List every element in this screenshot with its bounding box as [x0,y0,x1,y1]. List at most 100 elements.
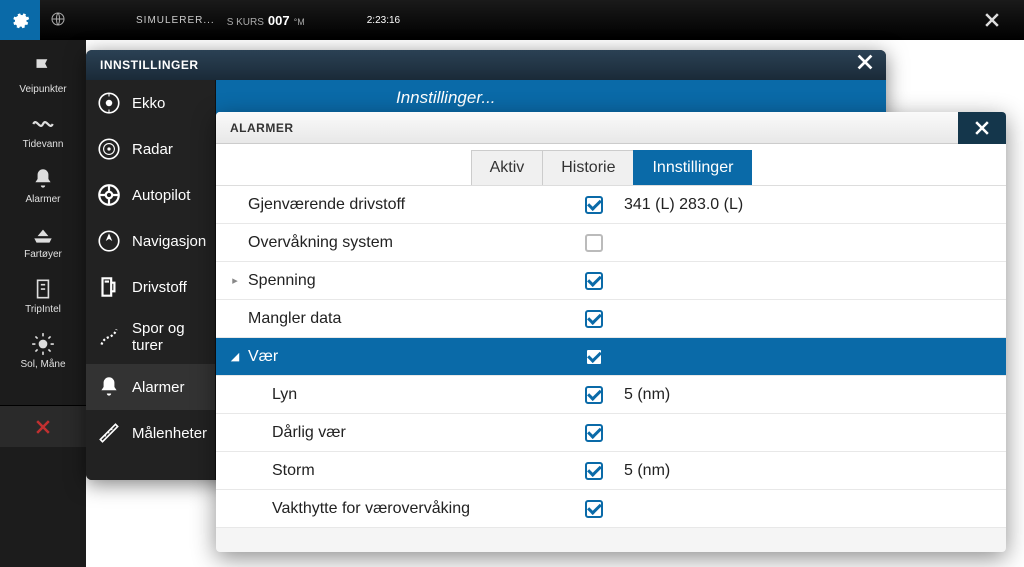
bell-icon [96,374,122,400]
globe-icon [40,11,76,30]
settings-sidebar-item-navigasjon[interactable]: Navigasjon [86,218,215,264]
alarms-tabs: Aktiv Historie Innstillinger [216,144,1006,186]
close-icon [854,51,876,73]
clock: 2:23:16 [367,15,400,26]
nav-icon [96,228,122,254]
settings-sidebar-item-radar[interactable]: Radar [86,126,215,172]
rail-item-tidevann[interactable]: Tidevann [0,105,86,160]
compass-icon [30,276,56,302]
alarm-row[interactable]: Gjenværende drivstoff 341 (L) 283.0 (L) [216,186,1006,224]
alarm-checkbox[interactable] [574,462,614,480]
alarms-list: Gjenværende drivstoff 341 (L) 283.0 (L) … [216,186,1006,528]
alarm-row[interactable]: Vakthytte for værovervåking [216,490,1006,528]
alarms-window-title: ALARMER [230,121,294,135]
ruler-icon [96,420,122,446]
rail-item-solmne[interactable]: Sol, Måne [0,325,86,380]
alarm-checkbox[interactable] [574,234,614,252]
alarm-value: 341 (L) 283.0 (L) [614,196,1006,214]
rail-item-label: TripIntel [25,304,61,315]
boat-icon [30,221,56,247]
tab-innstillinger[interactable]: Innstillinger [633,150,752,185]
sidebar-item-label: Alarmer [132,379,185,396]
flag-icon [30,56,56,82]
alarm-label: Overvåkning system [244,234,574,252]
rail-item-label: Fartøyer [24,249,62,260]
sidebar-item-label: Navigasjon [132,233,206,250]
settings-sidebar-item-autopilot[interactable]: Autopilot [86,172,215,218]
radar-icon [96,136,122,162]
alarm-label: Vakthytte for værovervåking [244,500,574,518]
alarm-label: Dårlig vær [244,424,574,442]
alarm-checkbox[interactable] [574,424,614,442]
fuel-icon [96,274,122,300]
alarm-checkbox[interactable] [574,500,614,518]
status-bar: SIMULERER... S KURS 007 °M 2:23:16 [0,0,1024,40]
close-button[interactable] [960,0,1024,40]
alarm-checkbox[interactable] [574,310,614,328]
alarm-label: Lyn [244,386,574,404]
alarm-row[interactable]: ▸ Spenning [216,262,1006,300]
settings-gear-button[interactable] [0,0,40,40]
rail-item-label: Tidevann [23,139,64,150]
wave-icon [30,111,56,137]
alarm-row[interactable]: Storm 5 (nm) [216,452,1006,490]
settings-sidebar: Ekko Radar Autopilot Navigasjon Drivstoff Spo… [86,80,216,480]
sidebar-item-label: Radar [132,141,173,158]
alarm-label: Spenning [244,272,574,290]
sidebar-item-label: Drivstoff [132,279,187,296]
alarm-label: Mangler data [244,310,574,328]
close-icon [982,10,1002,30]
alarm-row[interactable]: ◢ Vær [216,338,1006,376]
rail-item-label: Veipunkter [19,84,66,95]
rail-item-tripintel[interactable]: TripIntel [0,270,86,325]
alarm-row[interactable]: Dårlig vær [216,414,1006,452]
settings-sidebar-item-alarmer[interactable]: Alarmer [86,364,215,410]
gear-icon [10,10,30,30]
alarm-checkbox[interactable] [574,348,614,366]
rail-item-label: Sol, Måne [20,359,65,370]
alarms-close-button[interactable] [958,112,1006,144]
wheel-icon [96,182,122,208]
alarm-checkbox[interactable] [574,386,614,404]
rail-item-alarmer[interactable]: Alarmer [0,160,86,215]
sonar-icon [96,90,122,116]
alarms-window-header: ALARMER [216,112,1006,144]
settings-sidebar-item-ekko[interactable]: Ekko [86,80,215,126]
close-icon [972,118,992,138]
alarm-row[interactable]: Mangler data [216,300,1006,338]
settings-sidebar-item-sporogturer[interactable]: Spor og turer [86,310,215,364]
alarm-value: 5 (nm) [614,386,1006,404]
rail-item-veipunkter[interactable]: Veipunkter [0,50,86,105]
left-rail: Veipunkter Tidevann Alarmer Fartøyer TripInt… [0,40,86,567]
tree-toggle-icon[interactable]: ◢ [226,350,244,363]
track-icon [96,324,122,350]
tab-aktiv[interactable]: Aktiv [471,150,544,185]
simulator-label: SIMULERER... [136,15,215,26]
sidebar-item-label: Målenheter [132,425,207,442]
bell-icon [30,166,56,192]
alarm-value: 5 (nm) [614,462,1006,480]
settings-sidebar-item-drivstoff[interactable]: Drivstoff [86,264,215,310]
alarm-checkbox[interactable] [574,196,614,214]
alarm-label: Vær [244,348,574,366]
tree-toggle-icon[interactable]: ▸ [226,274,244,287]
tab-historie[interactable]: Historie [542,150,634,185]
alarm-label: Storm [244,462,574,480]
alarms-window: ALARMER Aktiv Historie Innstillinger Gje… [216,112,1006,552]
rail-item-fartyer[interactable]: Fartøyer [0,215,86,270]
sun-icon [30,331,56,357]
sidebar-item-label: Ekko [132,95,165,112]
alarm-row[interactable]: Overvåkning system [216,224,1006,262]
alarm-label: Gjenværende drivstoff [244,196,574,214]
settings-sidebar-item-mlenheter[interactable]: Målenheter [86,410,215,456]
rail-exit-button[interactable] [0,405,86,447]
settings-window-header: INNSTILLINGER [86,50,886,80]
sidebar-item-label: Spor og turer [132,320,205,354]
settings-close-button[interactable] [854,51,876,79]
sidebar-item-label: Autopilot [132,187,190,204]
alarm-row[interactable]: Lyn 5 (nm) [216,376,1006,414]
settings-window-title: INNSTILLINGER [100,58,199,72]
alarm-checkbox[interactable] [574,272,614,290]
settings-tab[interactable]: Innstillinger... [216,80,886,116]
course-block: S KURS 007 °M [227,13,305,28]
